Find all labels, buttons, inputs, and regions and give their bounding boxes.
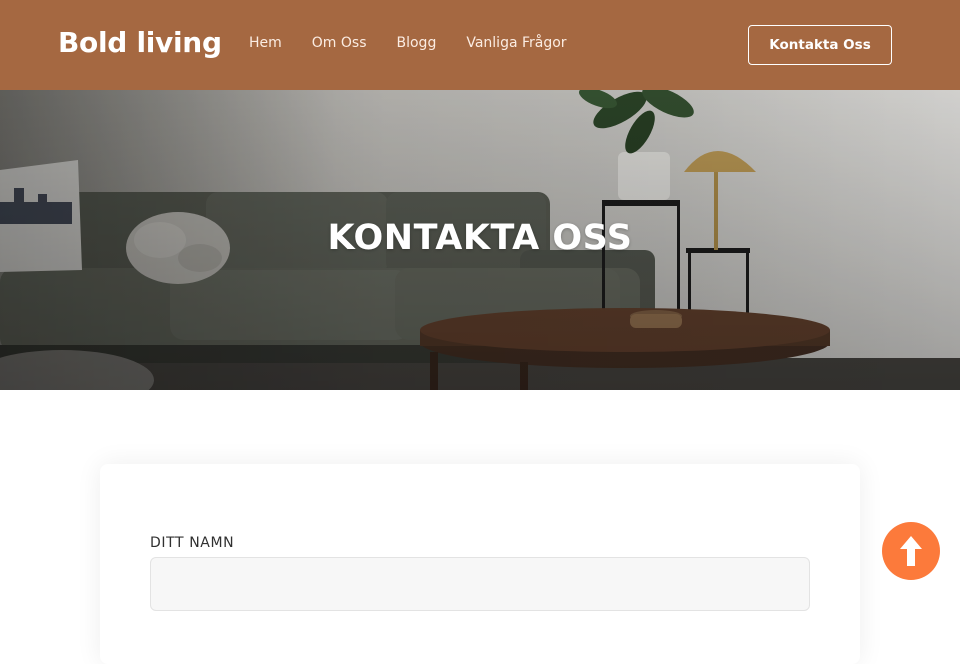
nav-link-blogg[interactable]: Blogg bbox=[397, 35, 437, 51]
nav-link-om-oss[interactable]: Om Oss bbox=[312, 35, 367, 51]
contact-button[interactable]: Kontakta Oss bbox=[748, 25, 892, 65]
contact-form-card: DITT NAMN bbox=[100, 464, 860, 664]
name-field[interactable] bbox=[150, 557, 810, 611]
name-field-label: DITT NAMN bbox=[150, 535, 235, 551]
nav-link-faq[interactable]: Vanliga Frågor bbox=[466, 35, 566, 51]
scroll-to-top-button[interactable] bbox=[882, 522, 940, 580]
hero-banner: KONTAKTA OSS bbox=[0, 90, 960, 390]
page-title: KONTAKTA OSS bbox=[327, 218, 633, 258]
nav-link-hem[interactable]: Hem bbox=[249, 35, 282, 51]
arrow-up-icon bbox=[900, 536, 922, 566]
site-header: Bold living Hem Om Oss Blogg Vanliga Frå… bbox=[0, 0, 960, 90]
site-logo[interactable]: Bold living bbox=[58, 26, 222, 59]
main-nav: Hem Om Oss Blogg Vanliga Frågor bbox=[249, 35, 597, 51]
